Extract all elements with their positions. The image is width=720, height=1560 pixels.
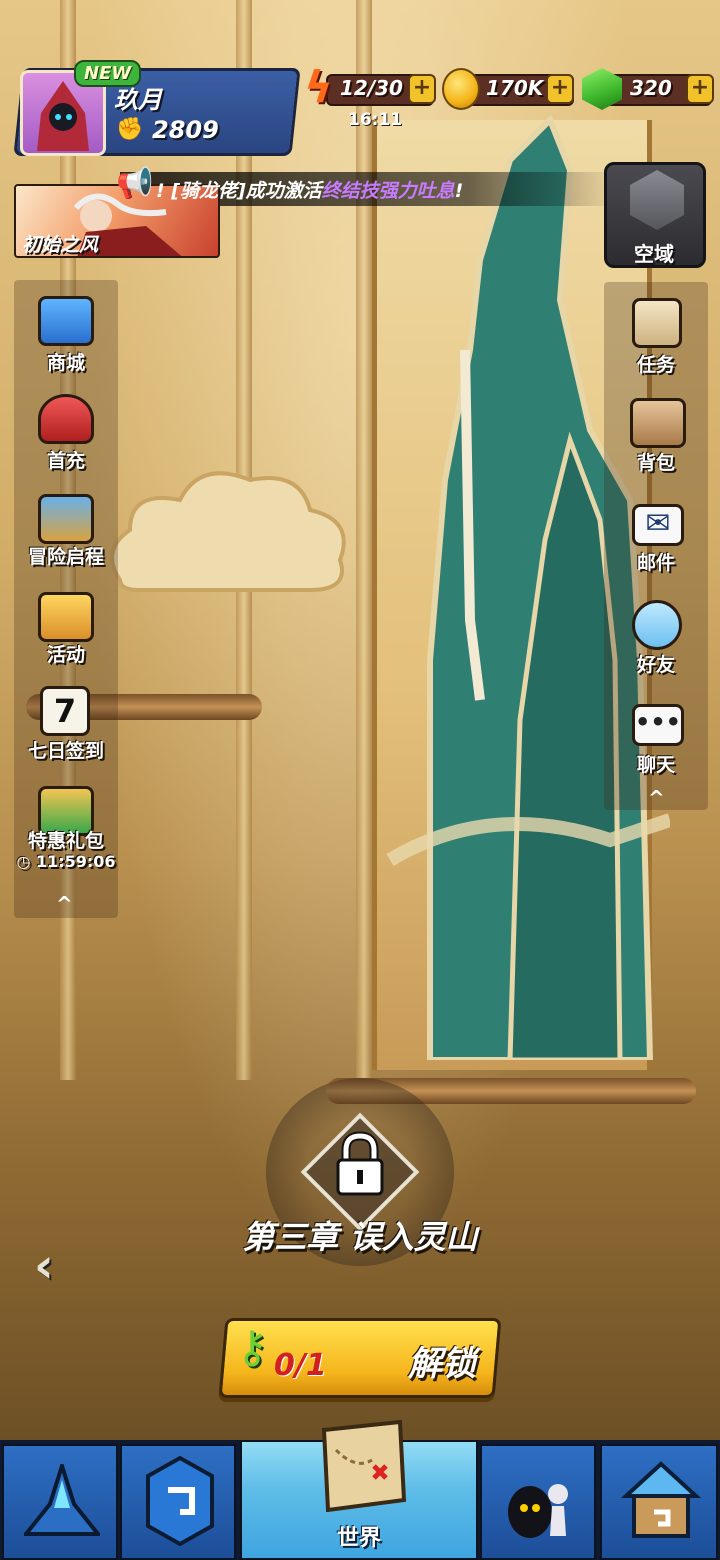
menu-label-mail: 邮件 xyxy=(636,552,675,574)
treasure-map-icon xyxy=(321,1420,407,1512)
key-count: 0/1 xyxy=(274,1348,327,1383)
rune-card-icon xyxy=(146,1456,214,1546)
menu-item-first-recharge[interactable]: 首充 xyxy=(14,390,118,476)
event-banner-label: 初始之风 xyxy=(22,234,99,256)
menu-item-special-pack[interactable]: 特惠礼包 ◷ 11:59:06 xyxy=(14,782,118,878)
fist-power-icon: ✊ xyxy=(116,117,144,142)
menu-label-quests: 任务 xyxy=(636,354,675,376)
key-icon: ⚷ xyxy=(236,1322,269,1373)
chat-bubble-icon: ••• xyxy=(632,704,684,746)
menu-label-events: 活动 xyxy=(46,644,85,666)
menu-label-seven-day-checkin: 七日签到 xyxy=(27,740,104,762)
menu-item-seven-day-checkin[interactable]: 7 七日签到 xyxy=(14,682,118,768)
menu-label-special-pack: 特惠礼包 xyxy=(27,830,104,852)
menu-item-events[interactable]: 活动 xyxy=(14,588,118,674)
guild-house-icon xyxy=(620,1461,702,1538)
shield-book-icon xyxy=(38,494,94,544)
unlock-button-label: 解锁 xyxy=(408,1344,476,1384)
menu-item-mail[interactable]: ✉ 邮件 xyxy=(604,494,708,580)
treasure-chest-icon xyxy=(38,296,94,346)
menu-label-backpack: 背包 xyxy=(636,452,675,474)
menu-label-chat: 聊天 xyxy=(636,754,675,776)
gold-coin-icon xyxy=(442,68,480,110)
right-menu-collapse-button[interactable]: ^ xyxy=(648,786,665,810)
menu-label-friends: 好友 xyxy=(636,654,675,676)
menu-label-first-recharge: 首充 xyxy=(46,450,85,472)
mail-icon: ✉ xyxy=(632,504,684,546)
menu-item-quests[interactable]: 任务 xyxy=(604,292,708,378)
add-energy-button[interactable]: + xyxy=(408,74,436,104)
nav-tab-companions[interactable] xyxy=(480,1444,596,1560)
menu-label-adventure-start: 冒险启程 xyxy=(27,546,104,568)
menu-item-chat[interactable]: ••• 聊天 xyxy=(604,696,708,782)
menu-label-shop: 商城 xyxy=(46,352,85,374)
nav-tab-heroes[interactable] xyxy=(2,1444,118,1560)
announcement-text: ! [骑龙佬]成功激活终结技强力吐息! xyxy=(156,176,463,203)
nav-tab-cards[interactable] xyxy=(120,1444,236,1560)
friends-icon xyxy=(632,600,682,650)
announcement-suffix: ! xyxy=(454,180,464,202)
player-name: 玖月 xyxy=(114,86,162,114)
padlock-icon xyxy=(336,1131,384,1196)
backpack-icon xyxy=(630,398,686,448)
energy-refill-timer: 16:11 xyxy=(348,110,403,130)
add-gems-button[interactable]: + xyxy=(686,74,714,104)
airspace-label: 空域 xyxy=(634,242,674,266)
energy-count: 12/30 xyxy=(340,76,403,100)
special-pack-countdown: ◷ 11:59:06 xyxy=(16,852,116,871)
announcement-highlight: 终结技强力吐息 xyxy=(321,180,455,202)
gift-box-icon xyxy=(38,592,94,642)
menu-item-shop[interactable]: 商城 xyxy=(14,290,118,376)
chapter-title: 第三章 误入灵山 xyxy=(242,1218,478,1256)
coin-count: 170K xyxy=(486,76,544,100)
menu-item-backpack[interactable]: 背包 xyxy=(604,392,708,478)
left-menu-collapse-button[interactable]: ^ xyxy=(56,892,73,916)
gem-count: 320 xyxy=(630,76,672,100)
special-pack-countdown-value: 11:59:06 xyxy=(35,852,116,871)
dragon-head-icon xyxy=(38,394,94,444)
scroll-icon xyxy=(632,298,682,348)
megaphone-icon: 📢 xyxy=(116,166,154,201)
nav-tab-world-label: 世界 xyxy=(336,1526,381,1551)
previous-chapter-button[interactable]: ‹ xyxy=(34,1238,54,1294)
add-coins-button[interactable]: + xyxy=(546,74,574,104)
menu-item-friends[interactable]: 好友 xyxy=(604,594,708,680)
menu-item-adventure-start[interactable]: 冒险启程 xyxy=(14,490,118,576)
crystal-tower-icon xyxy=(24,1464,100,1536)
shadow-hero-icon xyxy=(508,1484,568,1538)
player-power: 2809 xyxy=(152,116,219,144)
announcement-prefix: ! [骑龙佬]成功激活 xyxy=(156,180,322,202)
nav-tab-guild[interactable] xyxy=(600,1444,718,1560)
cloud-decoration xyxy=(110,471,346,592)
calendar-icon: 7 xyxy=(40,686,90,736)
lightning-energy-icon: ϟ xyxy=(304,62,334,113)
